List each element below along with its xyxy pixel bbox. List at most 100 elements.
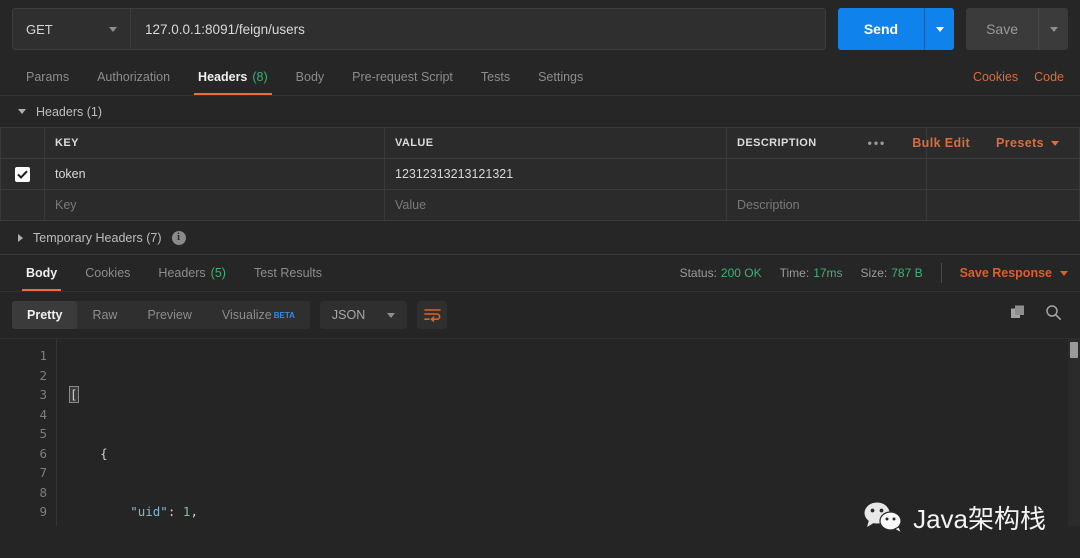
search-icon [1046, 305, 1061, 320]
new-description-input[interactable]: Description [726, 189, 927, 221]
view-mode-label: Preview [147, 308, 192, 322]
status-stat: Status: 200 OK [680, 266, 762, 280]
word-wrap-button[interactable] [417, 301, 448, 329]
response-view-toolbar: Pretty Raw Preview Visualize BETA JSON [0, 292, 1080, 338]
chevron-down-icon [109, 26, 117, 32]
code-token-colon: : [167, 504, 183, 519]
header-enabled-checkbox[interactable] [15, 166, 30, 182]
http-method-select[interactable]: GET [13, 9, 131, 49]
tab-label: Tests [480, 69, 511, 84]
code-link[interactable]: Code [1034, 70, 1064, 84]
code-lines[interactable]: [ { "uid": 1, "username": "1231231321312… [56, 339, 1080, 526]
chevron-down-icon [1051, 140, 1059, 146]
tab-body[interactable]: Body [282, 58, 339, 95]
tab-params[interactable]: Params [12, 58, 83, 95]
response-body-code[interactable]: 1 2 3 4 5 6 7 8 9 10 11 [ { "uid": 1, "u… [0, 338, 1080, 526]
header-description-cell[interactable] [726, 158, 927, 190]
header-key-column: KEY [44, 127, 385, 159]
line-number: 4 [39, 406, 47, 422]
time-value: 17ms [813, 266, 843, 280]
presets-button[interactable]: Presets [983, 136, 1069, 150]
triangle-right-icon [18, 233, 23, 242]
send-options-button[interactable] [924, 8, 955, 50]
presets-label: Presets [996, 136, 1044, 150]
header-row-spacer [926, 189, 1080, 221]
code-token-key: "uid" [70, 504, 168, 519]
header-checkbox-column [0, 127, 45, 159]
headers-section-toggle[interactable]: Headers (1) [0, 96, 1080, 127]
response-tab-body[interactable]: Body [12, 255, 71, 291]
request-url-bar: GET Send Save [0, 0, 1080, 58]
cookies-link[interactable]: Cookies [973, 70, 1018, 84]
view-mode-preview[interactable]: Preview [132, 301, 206, 329]
beta-badge: BETA [273, 310, 295, 320]
code-token-bracket: [ [69, 386, 79, 403]
more-options-icon[interactable]: ••• [855, 136, 900, 150]
info-icon[interactable]: i [171, 230, 186, 245]
request-tabs-links: Cookies Code [973, 58, 1068, 95]
code-token-comma: , [190, 504, 198, 519]
code-scrollbar[interactable] [1068, 339, 1080, 526]
copy-button[interactable] [1010, 304, 1027, 326]
tab-headers[interactable]: Headers (8) [184, 58, 282, 95]
tab-label: Authorization [97, 69, 171, 84]
tab-count: (5) [210, 266, 226, 280]
url-input[interactable] [131, 9, 825, 49]
save-button[interactable]: Save [966, 8, 1038, 50]
line-number: 9 [39, 504, 47, 519]
temporary-headers-label: Temporary Headers (7) [33, 230, 162, 245]
send-button-group: Send [837, 8, 955, 50]
table-row: Key Value Description [0, 189, 1080, 221]
line-number: 10 [0, 522, 47, 527]
status-label: Status: [679, 266, 717, 280]
new-key-input[interactable]: Key [44, 189, 385, 221]
new-value-input[interactable]: Value [384, 189, 727, 221]
view-mode-raw[interactable]: Raw [77, 301, 132, 329]
headers-table: KEY VALUE DESCRIPTION ••• Bulk Edit Pres… [0, 127, 1080, 221]
view-mode-label: Pretty [27, 308, 63, 322]
save-response-button[interactable]: Save Response [960, 266, 1068, 280]
tab-label: Headers [158, 266, 206, 280]
save-button-group: Save [966, 8, 1068, 50]
tab-label: Body [26, 266, 58, 280]
response-format-select[interactable]: JSON [319, 301, 408, 329]
tab-pre-request-script[interactable]: Pre-request Script [338, 58, 467, 95]
tab-label: Pre-request Script [352, 69, 453, 84]
check-icon [17, 170, 28, 179]
temporary-headers-toggle[interactable]: Temporary Headers (7) i [0, 221, 1080, 254]
header-tools-column: ••• Bulk Edit Presets [868, 127, 1080, 159]
search-button[interactable] [1045, 304, 1062, 326]
send-button[interactable]: Send [837, 8, 925, 50]
row-checkbox-cell-empty [0, 189, 45, 221]
triangle-down-icon [18, 109, 26, 114]
view-mode-visualize[interactable]: Visualize BETA [207, 301, 310, 329]
request-tab-bar: Params Authorization Headers (8) Body Pr… [0, 58, 1080, 96]
code-scrollbar-thumb[interactable] [1070, 342, 1078, 358]
tab-authorization[interactable]: Authorization [83, 58, 184, 95]
save-options-button[interactable] [1038, 8, 1068, 50]
status-value: 200 OK [720, 266, 762, 280]
response-format-label: JSON [331, 308, 366, 322]
response-tab-test-results[interactable]: Test Results [240, 255, 336, 291]
code-line: "uid": 1, [70, 502, 1080, 522]
tab-tests[interactable]: Tests [467, 58, 524, 95]
row-checkbox-cell [0, 158, 45, 190]
tab-label: Params [26, 69, 70, 84]
copy-icon [1011, 305, 1024, 318]
tab-label: Headers [198, 69, 248, 84]
tab-label: Settings [538, 69, 584, 84]
view-mode-pretty[interactable]: Pretty [12, 301, 78, 329]
tab-settings[interactable]: Settings [524, 58, 597, 95]
bulk-edit-button[interactable]: Bulk Edit [899, 136, 983, 150]
chevron-down-icon [1049, 26, 1058, 32]
headers-section-title: Headers (1) [36, 104, 102, 119]
header-value-cell[interactable]: 12312313213121321 [384, 158, 727, 190]
response-tab-cookies[interactable]: Cookies [71, 255, 144, 291]
line-number: 7 [39, 465, 47, 480]
table-row: token 12312313213121321 [0, 158, 1080, 190]
code-token: { [70, 445, 108, 461]
method-url-group: GET [12, 8, 826, 50]
size-stat: Size: 787 B [861, 266, 923, 280]
response-tab-headers[interactable]: Headers (5) [144, 255, 240, 291]
header-key-cell[interactable]: token [44, 158, 385, 190]
